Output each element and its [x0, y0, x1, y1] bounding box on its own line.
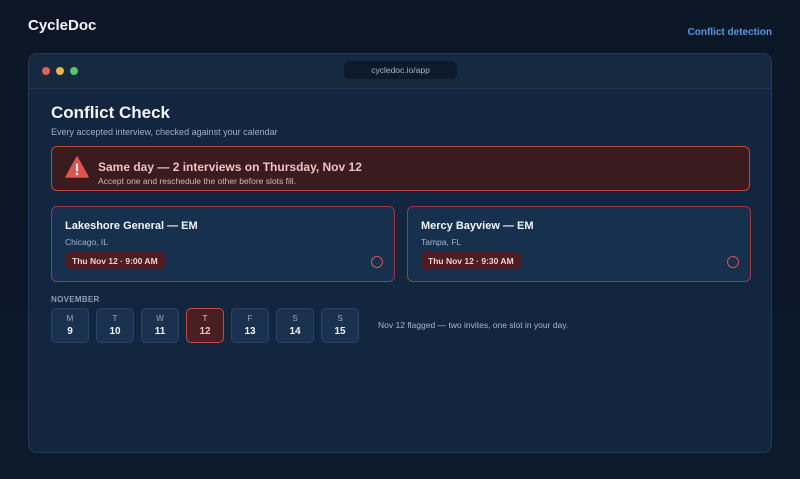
alert-description: Accept one and reschedule the other befo… — [98, 176, 296, 186]
app-window: cycledoc.io/app Conflict Check Every acc… — [28, 53, 772, 453]
interview-time-badge: Thu Nov 12 · 9:00 AM — [65, 252, 165, 269]
day-number: 9 — [67, 326, 73, 337]
minimize-window-button[interactable] — [56, 67, 64, 75]
day-number: 14 — [289, 326, 301, 337]
conflict-alert: Same day — 2 interviews on Thursday, Nov… — [51, 146, 750, 191]
page-title: Conflict Check — [51, 103, 171, 122]
day-number: 12 — [199, 326, 211, 337]
window-titlebar: cycledoc.io/app — [29, 54, 771, 89]
interview-title: Mercy Bayview — EM — [421, 220, 534, 232]
page-subtitle: Every accepted interview, checked agains… — [51, 127, 278, 137]
day-cell[interactable]: T 10 — [96, 308, 134, 343]
day-letter: W — [156, 314, 164, 323]
day-cell[interactable]: W 11 — [141, 308, 179, 343]
day-number: 15 — [334, 326, 346, 337]
warning-triangle-icon — [65, 156, 89, 178]
interview-card-mercy[interactable]: Mercy Bayview — EM Tampa, FL Thu Nov 12 … — [407, 206, 751, 282]
day-letter: F — [247, 314, 253, 323]
day-cell[interactable]: S 14 — [276, 308, 314, 343]
day-letter: T — [202, 314, 208, 323]
close-window-button[interactable] — [42, 67, 50, 75]
calendar-note: Nov 12 flagged — two invites, one slot i… — [378, 320, 569, 330]
day-cell[interactable]: M 9 — [51, 308, 89, 343]
day-letter: M — [66, 314, 74, 323]
interview-title: Lakeshore General — EM — [65, 220, 198, 232]
day-number: 11 — [154, 326, 166, 337]
interview-location: Tampa, FL — [421, 237, 462, 247]
interview-location: Chicago, IL — [65, 237, 108, 247]
day-letter: S — [337, 314, 343, 323]
day-cell-flagged[interactable]: T 12 — [186, 308, 224, 343]
week-strip: M 9 T 10 W 11 T 12 F 13 S 14 S 15 — [51, 308, 359, 343]
interview-time-badge: Thu Nov 12 · 9:30 AM — [421, 252, 521, 269]
interview-card-lakeshore[interactable]: Lakeshore General — EM Chicago, IL Thu N… — [51, 206, 395, 282]
day-number: 10 — [109, 326, 121, 337]
day-letter: S — [292, 314, 298, 323]
conflict-detection-link[interactable]: Conflict detection — [688, 27, 772, 38]
main-content: Conflict Check Every accepted interview,… — [51, 88, 751, 343]
alert-title: Same day — 2 interviews on Thursday, Nov… — [98, 160, 362, 174]
maximize-window-button[interactable] — [70, 67, 78, 75]
day-number: 13 — [244, 326, 256, 337]
day-cell[interactable]: S 15 — [321, 308, 359, 343]
address-bar[interactable]: cycledoc.io/app — [344, 61, 457, 79]
brand-logo: CycleDoc — [28, 17, 97, 34]
calendar-month-label: NOVEMBER — [51, 295, 100, 304]
select-interview-radio[interactable] — [727, 256, 739, 268]
day-cell[interactable]: F 13 — [231, 308, 269, 343]
select-interview-radio[interactable] — [371, 256, 383, 268]
day-letter: T — [112, 314, 118, 323]
